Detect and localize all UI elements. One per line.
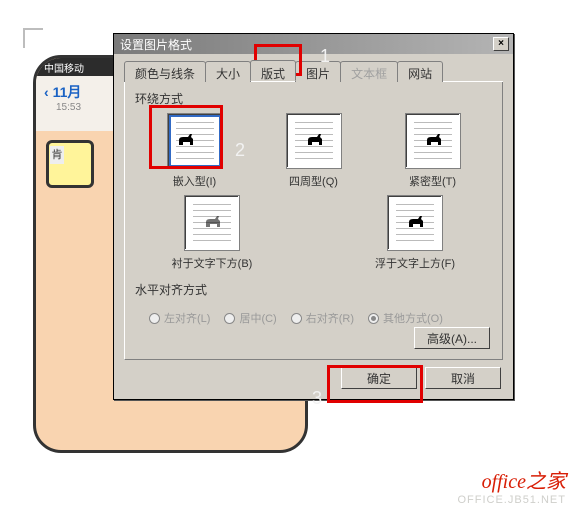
watermark-url: OFFICE.JB51.NET: [457, 494, 566, 506]
phone-note-label: 肯: [50, 146, 64, 164]
wrap-square[interactable]: 四周型(Q): [259, 113, 369, 189]
wrap-tight-thumb: [405, 113, 461, 169]
tab-bar: 颜色与线条 大小 版式 图片 文本框 网站: [124, 60, 503, 82]
tab-layout[interactable]: 版式: [250, 60, 296, 81]
wrap-front-thumb: [387, 195, 443, 251]
wrap-behind-thumb: [184, 195, 240, 251]
wrap-front[interactable]: 浮于文字上方(F): [360, 195, 470, 271]
wrap-behind[interactable]: 衬于文字下方(B): [157, 195, 267, 271]
halign-other-label: 其他方式(O): [383, 310, 443, 326]
tab-color-lines[interactable]: 颜色与线条: [124, 61, 206, 82]
wrap-front-label: 浮于文字上方(F): [360, 255, 470, 271]
halign-left-label: 左对齐(L): [164, 310, 210, 326]
phone-back-label: 11月: [53, 84, 82, 100]
halign-right-label: 右对齐(R): [306, 310, 354, 326]
annotation-num-3: 3: [312, 388, 322, 409]
tab-size[interactable]: 大小: [205, 61, 251, 82]
wrap-inline[interactable]: 嵌入型(I): [140, 113, 250, 189]
dog-icon: [176, 132, 196, 148]
dog-icon: [406, 214, 426, 230]
halign-row: 左对齐(L) 居中(C) 右对齐(R) 其他方式(O): [135, 310, 492, 326]
cancel-button[interactable]: 取消: [425, 367, 501, 389]
ok-button[interactable]: 确定: [341, 367, 417, 389]
annotation-num-1: 1: [320, 46, 330, 67]
phone-back-button[interactable]: ‹ 11月: [44, 84, 81, 100]
tab-web[interactable]: 网站: [397, 61, 443, 82]
tab-textbox: 文本框: [340, 61, 398, 82]
halign-center-radio: 居中(C): [224, 310, 276, 326]
halign-left-radio: 左对齐(L): [149, 310, 210, 326]
tab-picture[interactable]: 图片: [295, 61, 341, 82]
wrap-behind-label: 衬于文字下方(B): [157, 255, 267, 271]
wrap-inline-thumb: [167, 113, 223, 169]
wrap-tight[interactable]: 紧密型(T): [378, 113, 488, 189]
halign-center-label: 居中(C): [239, 310, 276, 326]
dialog-title: 设置图片格式: [120, 36, 192, 53]
wrap-row-1: 嵌入型(I) 四周型(Q): [135, 113, 492, 189]
dog-icon: [305, 132, 325, 148]
dog-icon: [203, 214, 223, 230]
wrap-inline-label: 嵌入型(I): [140, 173, 250, 189]
doc-corner-mark: [23, 28, 43, 48]
wrap-row-2: 衬于文字下方(B) 浮于文字上方(F): [135, 195, 492, 271]
halign-group-label: 水平对齐方式: [135, 281, 492, 298]
layout-panel: 环绕方式 嵌入型(I): [124, 82, 503, 360]
dialog-body: 颜色与线条 大小 版式 图片 文本框 网站 环绕方式 嵌入型(I): [114, 54, 513, 399]
halign-other-radio: 其他方式(O): [368, 310, 443, 326]
dialog-footer: 确定 取消: [341, 367, 501, 389]
advanced-button[interactable]: 高级(A)...: [414, 327, 490, 349]
wrap-square-label: 四周型(Q): [259, 173, 369, 189]
dog-icon: [424, 132, 444, 148]
wrap-tight-label: 紧密型(T): [378, 173, 488, 189]
carrier-label: 中国移动: [44, 64, 84, 75]
halign-right-radio: 右对齐(R): [291, 310, 354, 326]
dialog-titlebar[interactable]: 设置图片格式 ×: [114, 34, 513, 54]
wrap-square-thumb: [286, 113, 342, 169]
wrap-group-label: 环绕方式: [135, 90, 492, 107]
annotation-num-2: 2: [235, 140, 245, 161]
format-picture-dialog: 设置图片格式 × 颜色与线条 大小 版式 图片 文本框 网站 环绕方式: [113, 33, 514, 400]
watermark: office之家 OFFICE.JB51.NET: [457, 465, 566, 506]
close-button[interactable]: ×: [493, 37, 509, 51]
watermark-brand: office之家: [457, 465, 566, 494]
